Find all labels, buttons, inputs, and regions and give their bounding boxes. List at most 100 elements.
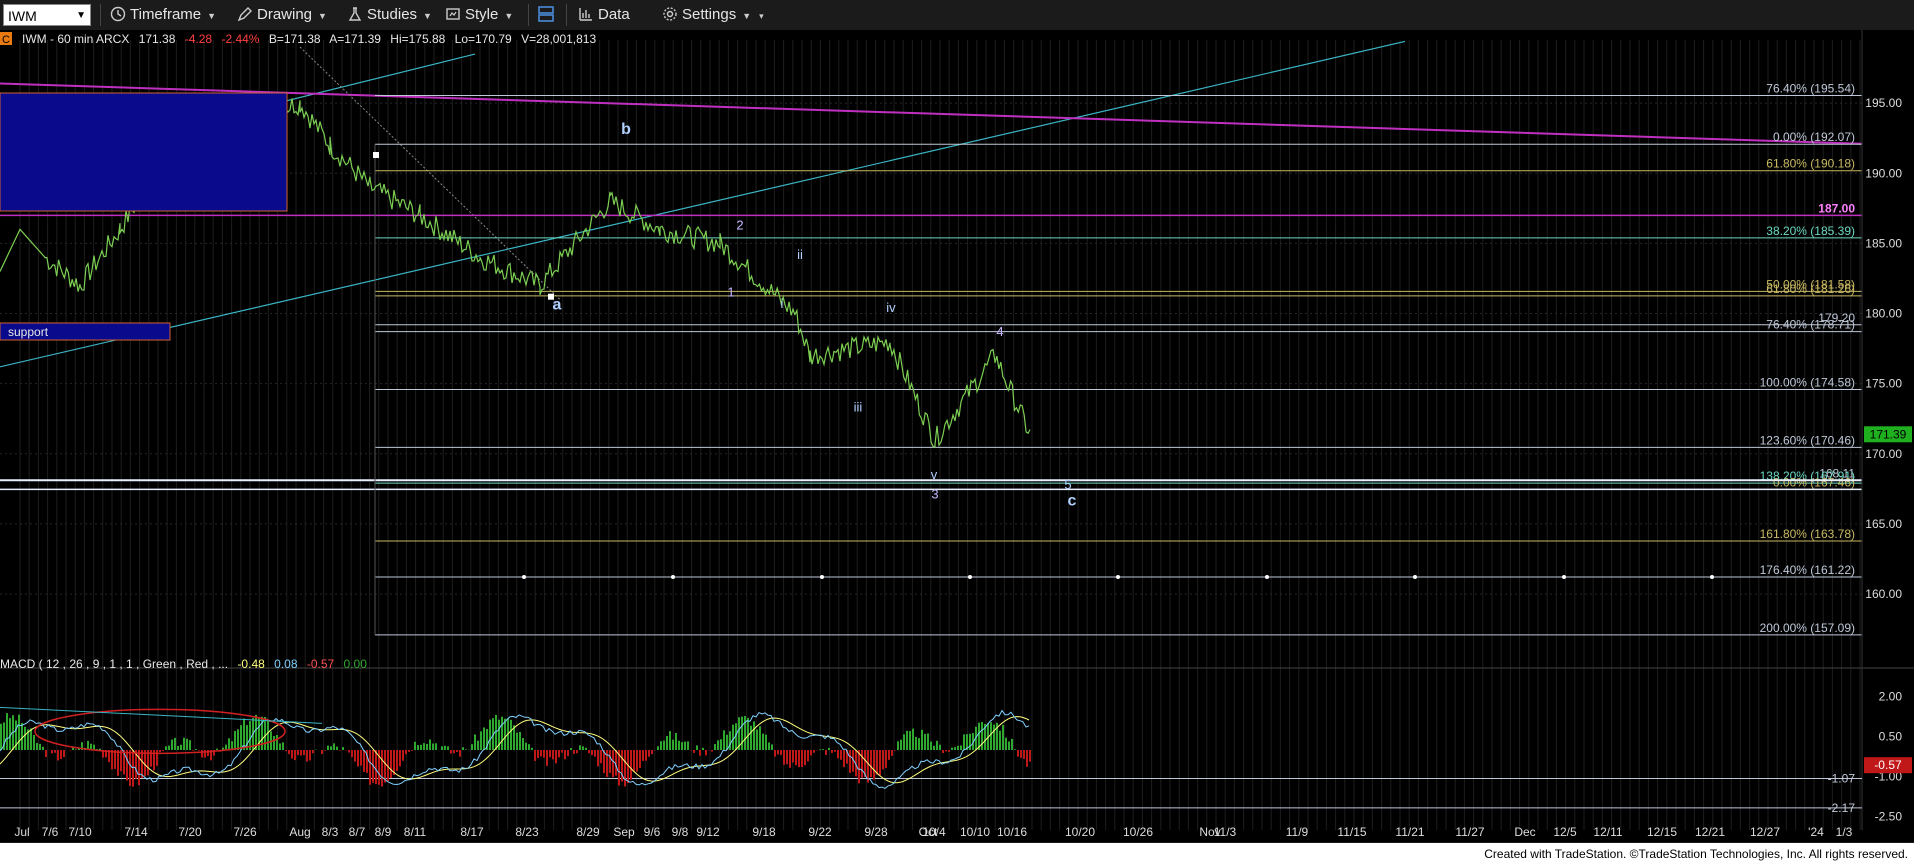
macd-hist-bar bbox=[891, 750, 893, 756]
chart-area[interactable]: 76.40% (195.54) 0.00% (192.07) 61.80% (190… bbox=[0, 30, 1914, 843]
pct-change: -2.44% bbox=[221, 32, 259, 46]
macd-hist-bar bbox=[561, 750, 563, 753]
macd-hist-bar bbox=[1005, 737, 1007, 750]
time-tick-label: 8/29 bbox=[576, 825, 600, 839]
macd-hist-bar bbox=[237, 729, 239, 750]
macd-hist-bar bbox=[39, 743, 41, 750]
macd-hist-bar bbox=[360, 750, 362, 766]
macd-hist-bar bbox=[267, 720, 269, 750]
macd-hist-bar bbox=[120, 750, 122, 772]
fib-marker-dot bbox=[820, 574, 824, 579]
macd-hist-bar bbox=[840, 750, 842, 760]
macd-hist-bar bbox=[642, 750, 644, 761]
macd-hist-bar bbox=[693, 750, 695, 753]
macd-hist-bar bbox=[705, 750, 707, 756]
time-tick-label: 1/3 bbox=[1836, 825, 1853, 839]
macd-hist-bar bbox=[843, 750, 845, 768]
macd-hist-bar bbox=[963, 734, 965, 750]
macd-hist-bar bbox=[867, 750, 869, 783]
timeframe-label: Timeframe bbox=[130, 6, 202, 23]
macd-hist-bar bbox=[849, 750, 851, 773]
macd-hist-bar bbox=[675, 733, 677, 750]
macd-hist-bar bbox=[282, 742, 284, 750]
macd-hist-bar bbox=[300, 750, 302, 756]
macd-hist-bar bbox=[288, 750, 290, 755]
macd-hist-bar bbox=[822, 749, 824, 750]
time-tick-label: 7/14 bbox=[124, 825, 148, 839]
macd-hist-bar bbox=[837, 750, 839, 759]
macd-hist-bar bbox=[501, 716, 503, 750]
style-icon bbox=[446, 8, 460, 20]
caret-down-icon: ▼ bbox=[318, 11, 327, 21]
macd-hist-bar bbox=[75, 749, 77, 750]
macd-hist-bar bbox=[192, 750, 194, 751]
timeframe-menu[interactable]: Timeframe ▼ bbox=[110, 5, 216, 25]
macd-hist-bar bbox=[51, 750, 53, 754]
wave-label-iv: iv bbox=[886, 300, 896, 315]
macd-hist-bar bbox=[819, 749, 821, 750]
time-tick-label: 11/15 bbox=[1337, 825, 1366, 839]
style-menu[interactable]: Style ▼ bbox=[445, 5, 513, 25]
panels-button[interactable] bbox=[537, 5, 559, 25]
macd-hist-bar bbox=[357, 750, 359, 767]
time-tick-label: Jul bbox=[14, 825, 29, 839]
macd-hist-bar bbox=[21, 722, 23, 750]
fib-marker-dot bbox=[1116, 574, 1120, 579]
gear-icon bbox=[663, 7, 677, 21]
macd-hist-bar bbox=[168, 745, 170, 750]
macd-hist-bar bbox=[870, 750, 872, 778]
fib-level-label: 100.00% (174.58) bbox=[1760, 376, 1855, 390]
time-tick-label: 11/27 bbox=[1455, 825, 1484, 839]
time-tick-label: 10/16 bbox=[997, 825, 1027, 839]
macd-hist-bar bbox=[858, 750, 860, 784]
time-tick-label: 11/3 bbox=[1214, 825, 1237, 839]
data-label: Data bbox=[598, 6, 630, 23]
wave-label-i: i bbox=[781, 296, 784, 311]
data-menu[interactable]: Data bbox=[578, 5, 630, 25]
macd-hist-bar bbox=[351, 750, 353, 758]
wave-label-4: 4 bbox=[996, 324, 1003, 339]
studies-menu[interactable]: Studies ▼ bbox=[347, 5, 432, 25]
macd-hist-bar bbox=[981, 722, 983, 750]
macd-hist-bar bbox=[762, 733, 764, 750]
macd-hist-bar bbox=[33, 735, 35, 750]
macd-hist-bar bbox=[579, 745, 581, 750]
net-change: -4.28 bbox=[185, 32, 213, 46]
fib-marker-dot bbox=[1562, 574, 1566, 579]
macd-hist-bar bbox=[810, 750, 812, 756]
macd-hist-bar bbox=[339, 750, 341, 751]
macd-hist-bar bbox=[798, 750, 800, 768]
macd-hist-bar bbox=[1017, 750, 1019, 757]
macd-hist-bar bbox=[933, 745, 935, 750]
macd-hist-bar bbox=[459, 750, 461, 757]
macd-hist-bar bbox=[441, 746, 443, 750]
macd-hist-bar bbox=[408, 750, 410, 752]
macd-hist-bar bbox=[249, 721, 251, 750]
macd-hist-bar bbox=[609, 750, 611, 773]
studies-label: Studies bbox=[367, 6, 418, 23]
macd-hist-bar bbox=[921, 729, 923, 750]
macd-hist-bar bbox=[42, 746, 44, 750]
symbol-input[interactable]: IWM ▼ bbox=[3, 4, 91, 26]
fib-level-label: 0.00% (192.07) bbox=[1773, 130, 1855, 144]
macd-hist-bar bbox=[882, 750, 884, 770]
macd-hist-bar bbox=[801, 750, 803, 767]
macd-hist-bar bbox=[663, 740, 665, 750]
macd-hist-bar bbox=[435, 743, 437, 750]
settings-menu[interactable]: Settings ▼ ▾ bbox=[662, 5, 764, 25]
drawing-menu[interactable]: Drawing ▼ bbox=[237, 5, 327, 25]
macd-hist-bar bbox=[753, 721, 755, 750]
macd-hist-bar bbox=[327, 745, 329, 750]
flask-icon bbox=[348, 7, 362, 21]
macd-hist-bar bbox=[381, 750, 383, 787]
macd-hist-bar bbox=[831, 750, 833, 753]
resistance-box[interactable] bbox=[0, 92, 288, 212]
macd-hist-bar bbox=[825, 750, 827, 755]
macd-hist-bar bbox=[333, 743, 335, 750]
fib-marker-dot bbox=[522, 574, 526, 579]
chevron-down-icon[interactable]: ▼ bbox=[76, 5, 86, 27]
macd-hist-bar bbox=[873, 750, 875, 780]
price-tick-label: 165.00 bbox=[1865, 517, 1902, 531]
caret-down-icon: ▼ bbox=[207, 11, 217, 21]
macd-hist-bar bbox=[657, 746, 659, 750]
